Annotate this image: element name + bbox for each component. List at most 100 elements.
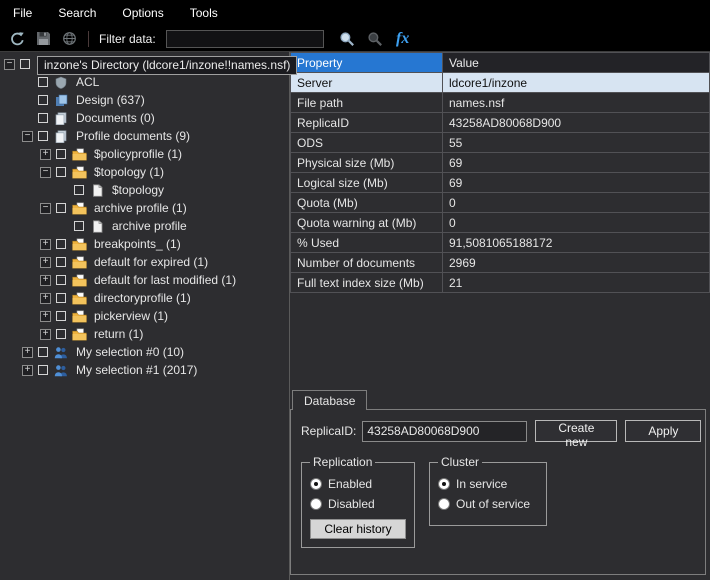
tree-checkbox[interactable] [38,77,48,87]
property-name: Logical size (Mb) [291,173,443,193]
plus-expand-icon[interactable]: + [40,239,51,250]
menu-item-file[interactable]: File [0,0,45,26]
property-row[interactable]: Logical size (Mb)69 [291,173,710,193]
tree-item[interactable]: +breakpoints_ (1) [0,235,289,253]
property-row[interactable]: Quota (Mb)0 [291,193,710,213]
menu-item-search[interactable]: Search [45,0,109,26]
minus-expand-icon[interactable]: − [40,167,51,178]
fx-icon[interactable]: fx [392,29,414,49]
tree-checkbox[interactable] [56,167,66,177]
tree-checkbox[interactable] [74,221,84,231]
tree-checkbox[interactable] [56,293,66,303]
radio-selected-icon[interactable] [438,478,450,490]
tree-checkbox[interactable] [38,95,48,105]
radio-option[interactable]: Out of service [438,497,538,511]
documents-icon [53,112,69,125]
plus-expand-icon[interactable]: + [40,149,51,160]
plus-expand-icon[interactable]: + [40,311,51,322]
tree-item[interactable]: +return (1) [0,325,289,343]
tree-item[interactable]: +My selection #1 (2017) [0,361,289,379]
tree-checkbox[interactable] [38,113,48,123]
minus-expand-icon[interactable]: − [22,131,33,142]
property-row[interactable]: Physical size (Mb)69 [291,153,710,173]
tree-item[interactable]: − $topology (1) [0,163,289,181]
expand-spacer [22,77,33,88]
tab-database[interactable]: Database [292,390,367,410]
globe-icon[interactable] [58,29,80,49]
toolbar-separator [88,31,89,47]
tree-item[interactable]: $topology [0,181,289,199]
tree-checkbox[interactable] [56,149,66,159]
property-row[interactable]: Quota warning at (Mb)0 [291,213,710,233]
tree-item[interactable]: Design (637) [0,91,289,109]
tree-item-label: $topology (1) [91,164,167,180]
properties-header-property[interactable]: Property [291,53,443,73]
minus-expand-icon[interactable]: − [4,59,15,70]
plus-expand-icon[interactable]: + [22,347,33,358]
filter-input[interactable] [166,30,324,48]
property-name: Quota (Mb) [291,193,443,213]
radio-option[interactable]: Disabled [310,497,406,511]
tree-checkbox[interactable] [74,185,84,195]
search-icon[interactable] [336,29,358,49]
expand-spacer [58,221,69,232]
tree-checkbox[interactable] [38,347,48,357]
tree-item[interactable]: +$policyprofile (1) [0,145,289,163]
cluster-options: In service Out of service [438,477,538,511]
tree-item[interactable]: −archive profile (1) [0,199,289,217]
tree-checkbox[interactable] [56,203,66,213]
tree-item[interactable]: +default for last modified (1) [0,271,289,289]
tree-checkbox[interactable] [20,59,30,69]
minus-expand-icon[interactable]: − [40,203,51,214]
radio-unselected-icon[interactable] [438,498,450,510]
tree-item[interactable]: +directoryprofile (1) [0,289,289,307]
clear-history-button[interactable]: Clear history [310,519,406,539]
cluster-groupbox: Cluster In serviceOut of service [429,455,547,526]
tree-item[interactable]: −Profile documents (9) [0,127,289,145]
create-new-button[interactable]: Create new [535,420,617,442]
tree-item[interactable]: ACL [0,73,289,91]
search-dim-icon[interactable] [364,29,386,49]
toolbar: Filter data: fx [0,26,710,52]
save-icon[interactable] [32,29,54,49]
property-value: 43258AD80068D900 [443,113,710,133]
property-row[interactable]: Serverldcore1/inzone [291,73,710,93]
tree-checkbox[interactable] [38,365,48,375]
tree-item[interactable]: +default for expired (1) [0,253,289,271]
tree-item[interactable]: +My selection #0 (10) [0,343,289,361]
plus-expand-icon[interactable]: + [40,275,51,286]
menu-item-tools[interactable]: Tools [177,0,231,26]
plus-expand-icon[interactable]: + [22,365,33,376]
apply-button[interactable]: Apply [625,420,701,442]
tree-checkbox[interactable] [56,275,66,285]
tree-checkbox[interactable] [56,329,66,339]
replicaid-label: ReplicaID: [301,424,356,438]
tree-item[interactable]: Documents (0) [0,109,289,127]
tree-item-label: archive profile [109,218,190,234]
property-name: Number of documents [291,253,443,273]
property-row[interactable]: File pathnames.nsf [291,93,710,113]
tree-checkbox[interactable] [56,257,66,267]
property-row[interactable]: Number of documents2969 [291,253,710,273]
plus-expand-icon[interactable]: + [40,329,51,340]
radio-selected-icon[interactable] [310,478,322,490]
tree-item[interactable]: +pickerview (1) [0,307,289,325]
tree-checkbox[interactable] [38,131,48,141]
menu-item-options[interactable]: Options [109,0,176,26]
tree-checkbox[interactable] [56,239,66,249]
plus-expand-icon[interactable]: + [40,293,51,304]
tree-checkbox[interactable] [56,311,66,321]
property-row[interactable]: % Used91,5081065188172 [291,233,710,253]
replicaid-input[interactable] [362,421,527,442]
refresh-icon[interactable] [6,29,28,49]
property-row[interactable]: Full text index size (Mb)21 [291,273,710,293]
property-row[interactable]: ReplicaID43258AD80068D900 [291,113,710,133]
tree-item[interactable]: archive profile [0,217,289,235]
radio-option[interactable]: In service [438,477,538,491]
radio-option[interactable]: Enabled [310,477,406,491]
properties-header-value[interactable]: Value [443,53,710,73]
plus-expand-icon[interactable]: + [40,257,51,268]
radio-unselected-icon[interactable] [310,498,322,510]
replica-row: ReplicaID: Create new Apply [301,420,697,442]
property-row[interactable]: ODS55 [291,133,710,153]
